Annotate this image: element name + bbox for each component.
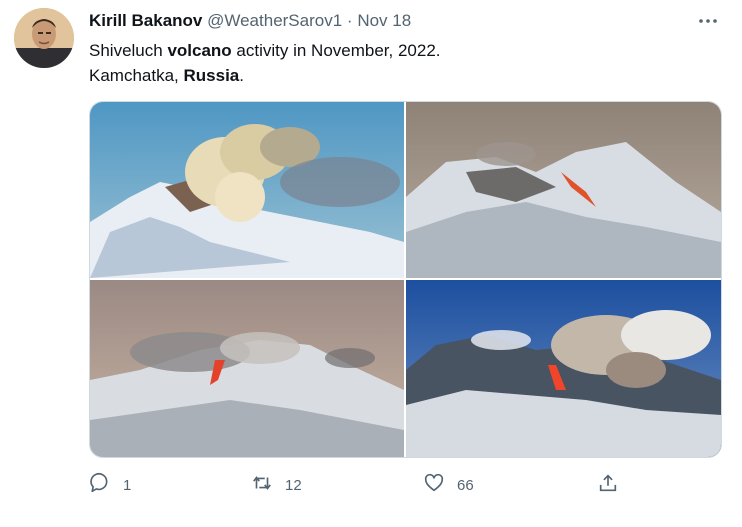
retweet-count: 12 <box>285 476 302 494</box>
reply-count: 1 <box>123 476 132 494</box>
author-handle[interactable]: @WeatherSarov1 <box>207 11 342 30</box>
photo-2[interactable] <box>406 102 721 278</box>
text-bold-russia: Russia <box>183 66 240 85</box>
retweet-icon <box>251 472 273 498</box>
avatar[interactable] <box>14 8 74 68</box>
tweet-header: Kirill Bakanov @WeatherSarov1 · Nov 18 <box>89 11 411 31</box>
tweet[interactable]: Kirill Bakanov @WeatherSarov1 · Nov 18 S… <box>0 0 742 527</box>
photo-3[interactable] <box>90 280 404 457</box>
reply-button[interactable]: 1 <box>89 470 131 500</box>
share-icon <box>597 472 619 498</box>
text-segment: Shiveluch <box>89 41 168 60</box>
photo-4[interactable] <box>406 280 721 457</box>
author-name[interactable]: Kirill Bakanov <box>89 11 202 30</box>
reply-icon <box>89 472 111 498</box>
text-segment: Kamchatka, <box>89 66 184 85</box>
text-segment: . <box>239 66 244 85</box>
media-grid <box>89 101 722 458</box>
retweet-button[interactable]: 12 <box>251 470 302 500</box>
like-icon <box>423 472 445 498</box>
share-button[interactable] <box>597 470 619 500</box>
header-separator: · <box>346 11 353 30</box>
photo-1[interactable] <box>90 102 404 278</box>
tweet-actions: 1 12 66 <box>89 470 649 500</box>
like-count: 66 <box>457 476 474 494</box>
more-icon[interactable] <box>696 12 720 30</box>
avatar-image <box>14 8 74 68</box>
like-button[interactable]: 66 <box>423 470 474 500</box>
tweet-line-1: Shiveluch volcano activity in November, … <box>89 38 441 63</box>
tweet-line-2: Kamchatka, Russia. <box>89 63 441 88</box>
text-segment: activity in November, 2022. <box>231 41 441 60</box>
text-bold-volcano: volcano <box>167 41 232 60</box>
tweet-date[interactable]: Nov 18 <box>357 11 411 30</box>
tweet-text: Shiveluch volcano activity in November, … <box>89 38 441 88</box>
